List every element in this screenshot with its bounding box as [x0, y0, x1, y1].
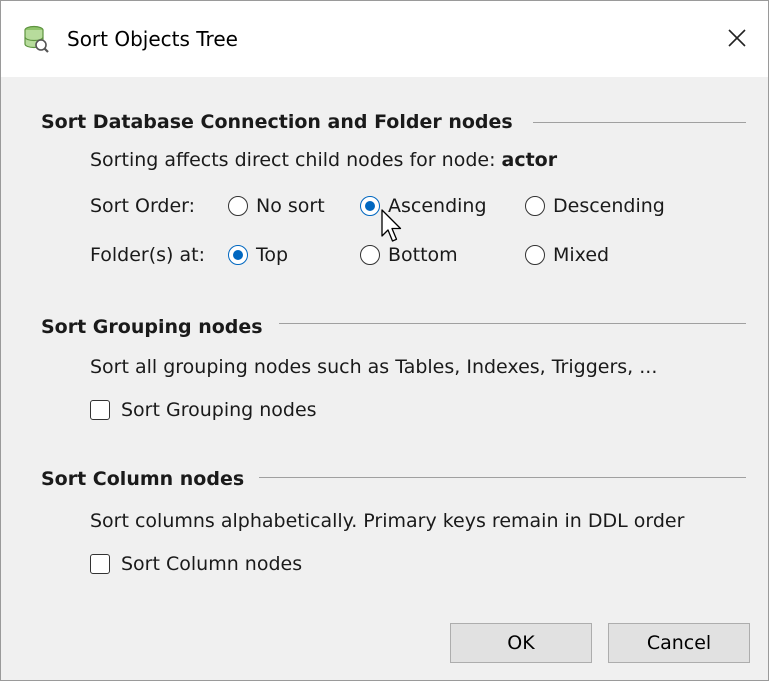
grouping-group-divider	[279, 323, 746, 324]
radio-circle	[525, 245, 545, 265]
sort-grouping-nodes-checkbox[interactable]: Sort Grouping nodes	[90, 397, 317, 423]
checkbox-label: Sort Column nodes	[121, 553, 303, 575]
close-icon	[728, 29, 746, 47]
grouping-group-title: Sort Grouping nodes	[41, 316, 263, 338]
radio-top[interactable]: Top	[228, 242, 288, 268]
radio-circle	[228, 196, 248, 216]
radio-circle-selected	[228, 245, 248, 265]
radio-label: Mixed	[553, 244, 610, 266]
db-folder-group-title: Sort Database Connection and Folder node…	[41, 111, 513, 133]
column-group-description: Sort columns alphabetically. Primary key…	[90, 510, 685, 532]
description-prefix: Sorting affects direct child nodes for n…	[90, 149, 502, 171]
ok-button[interactable]: OK	[450, 623, 592, 663]
radio-circle-selected	[360, 196, 380, 216]
description-node-name: actor	[501, 149, 558, 171]
radio-mixed[interactable]: Mixed	[525, 242, 609, 268]
radio-bottom[interactable]: Bottom	[360, 242, 458, 268]
database-sort-icon	[23, 25, 49, 53]
radio-label: No sort	[256, 195, 325, 217]
radio-descending[interactable]: Descending	[525, 193, 665, 219]
radio-circle	[525, 196, 545, 216]
grouping-group-description: Sort all grouping nodes such as Tables, …	[90, 356, 658, 378]
radio-ascending[interactable]: Ascending	[360, 193, 487, 219]
close-button[interactable]	[706, 1, 768, 77]
window-title: Sort Objects Tree	[67, 27, 238, 51]
cancel-button[interactable]: Cancel	[608, 623, 750, 663]
checkbox-box	[90, 554, 110, 574]
radio-no-sort[interactable]: No sort	[228, 193, 325, 219]
column-group-divider	[259, 477, 746, 478]
folders-at-label: Folder(s) at:	[90, 244, 205, 266]
sort-column-nodes-checkbox[interactable]: Sort Column nodes	[90, 551, 302, 577]
sort-objects-tree-dialog: Sort Objects Tree Sort Database Connecti…	[0, 0, 769, 681]
radio-label: Descending	[553, 195, 665, 217]
sort-order-label: Sort Order:	[90, 195, 196, 217]
db-folder-group-description: Sorting affects direct child nodes for n…	[90, 148, 557, 172]
radio-label: Top	[256, 244, 289, 266]
title-bar: Sort Objects Tree	[1, 1, 768, 77]
checkbox-box	[90, 400, 110, 420]
checkbox-label: Sort Grouping nodes	[121, 399, 317, 421]
column-group-title: Sort Column nodes	[41, 468, 245, 490]
db-folder-group-divider	[533, 122, 746, 123]
mouse-pointer-icon	[381, 209, 405, 249]
radio-circle	[360, 245, 380, 265]
